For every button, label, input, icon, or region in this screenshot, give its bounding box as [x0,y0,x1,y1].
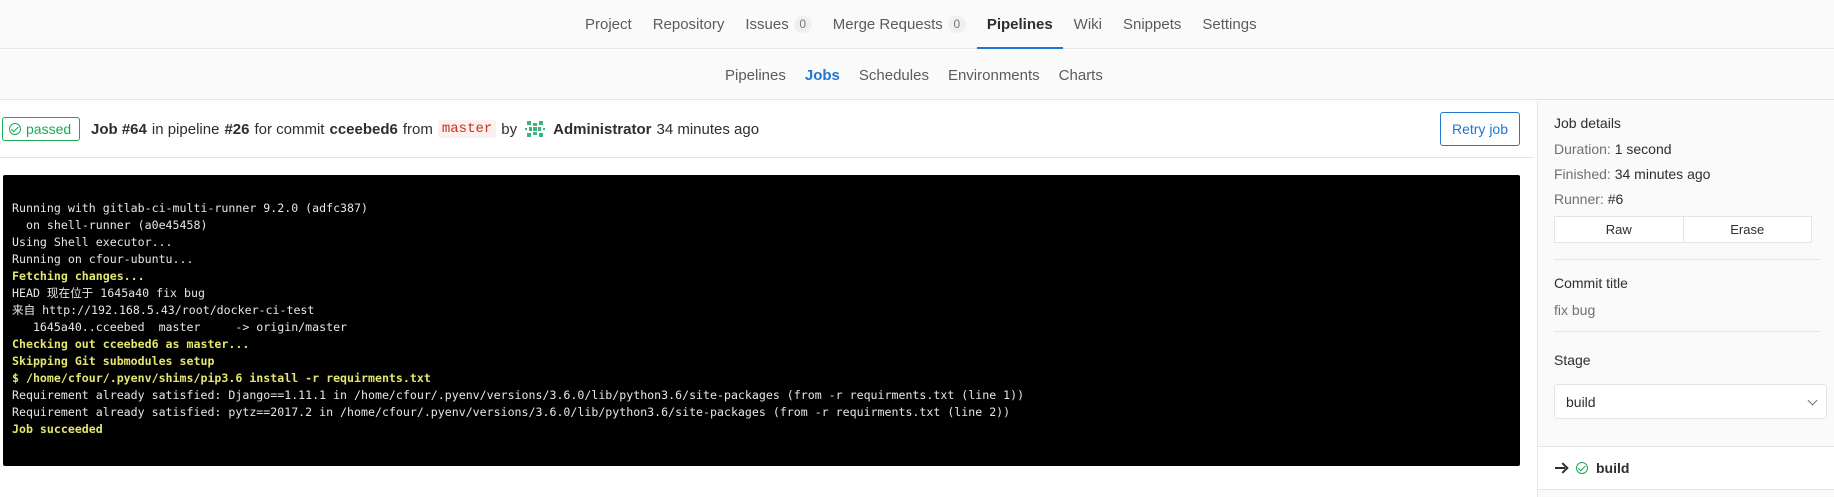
tab-label: Settings [1202,16,1257,33]
job-sidebar: Job details Duration: 1 second Finished:… [1537,101,1834,497]
trace-actions: Raw Erase [1554,216,1812,243]
status-text: passed [26,121,72,137]
tab-label: Issues [745,16,789,33]
project-tabs: Project Repository Issues 0 Merge Request… [585,0,1278,49]
trace-line: Requirement already satisfied: Django==1… [12,388,1025,402]
finished-row: Finished: 34 minutes ago [1554,166,1710,182]
trace-line: Skipping Git submodules setup [12,354,215,368]
trace-line: 来自 http://192.168.5.43/root/docker-ci-te… [12,303,315,317]
tab-project[interactable]: Project [585,0,632,49]
in-pipeline-text: in pipeline [151,120,220,138]
pipeline-link[interactable]: #26 [224,121,249,138]
tab-label: Wiki [1073,16,1102,33]
commit-title-value: fix bug [1554,302,1596,318]
subtab-environments[interactable]: Environments [948,50,1040,100]
chevron-down-icon [1807,395,1818,406]
tab-merge-requests[interactable]: Merge Requests 0 [833,0,966,49]
trace-line: Running on cfour-ubuntu... [12,252,194,266]
divider [1554,331,1820,332]
retry-job-button[interactable]: Retry job [1440,112,1520,146]
tab-label: Project [585,16,632,33]
arrow-right-icon [1554,461,1568,475]
avatar[interactable] [524,118,547,140]
stage-selected-value: build [1566,393,1596,410]
merge-requests-count-badge: 0 [947,16,966,33]
trace-line: on shell-runner (a0e45458) [12,218,208,232]
commit-title-label: Commit title [1554,275,1628,291]
duration-row: Duration: 1 second [1554,141,1672,157]
job-time: 34 minutes ago [656,120,760,138]
commit-link[interactable]: cceebed6 [329,121,397,138]
erase-button[interactable]: Erase [1683,216,1812,243]
job-name: build [1596,460,1630,476]
tab-wiki[interactable]: Wiki [1074,0,1102,49]
divider [1554,259,1820,260]
trace-line: Running with gitlab-ci-multi-runner 9.2.… [12,201,368,215]
user-link[interactable]: Administrator [553,121,651,138]
by-text: by [501,120,518,138]
job-id: Job #64 [91,120,147,138]
tab-label: Snippets [1123,16,1182,33]
subtab-schedules[interactable]: Schedules [859,50,929,100]
runner-label: Runner: [1554,191,1604,207]
tab-label: Repository [652,16,725,33]
tab-repository[interactable]: Repository [653,0,725,49]
job-list-item-build[interactable]: build [1538,446,1834,490]
trace-line: $ /home/cfour/.pyenv/shims/pip3.6 instal… [12,371,431,385]
trace-line: Job succeeded [12,422,103,436]
job-summary: Job #64 in pipeline #26 for commit cceeb… [91,117,759,141]
tab-issues[interactable]: Issues 0 [745,0,812,49]
from-text: from [402,120,433,138]
raw-button[interactable]: Raw [1554,216,1684,243]
runner-row: Runner: #6 [1554,191,1623,207]
job-details-title: Job details [1554,115,1621,131]
runner-value: #6 [1607,191,1624,207]
top-nav: Project Repository Issues 0 Merge Request… [0,0,1834,49]
issues-count-badge: 0 [793,16,812,33]
subtab-jobs[interactable]: Jobs [805,50,840,100]
pipeline-subtabs: Pipelines Jobs Schedules Environments Ch… [725,50,1122,100]
tab-settings[interactable]: Settings [1202,0,1256,49]
status-badge[interactable]: passed [2,117,81,141]
finished-label: Finished: [1554,166,1611,182]
finished-value: 34 minutes ago [1614,166,1711,182]
duration-value: 1 second [1614,141,1672,157]
subtab-pipelines[interactable]: Pipelines [725,50,786,100]
check-circle-icon [1576,462,1588,474]
stage-label: Stage [1554,352,1591,368]
trace-line: Using Shell executor... [12,235,173,249]
subtab-charts[interactable]: Charts [1059,50,1103,100]
branch-ref[interactable]: master [437,120,497,138]
for-commit-text: for commit [254,120,325,138]
tab-label: Pipelines [986,16,1053,33]
trace-line: Fetching changes... [12,269,145,283]
trace-line: 1645a40..cceebed master -> origin/master [12,320,348,334]
stage-dropdown[interactable]: build [1554,384,1827,419]
sub-nav: Pipelines Jobs Schedules Environments Ch… [0,50,1834,100]
trace-line: Requirement already satisfied: pytz==201… [12,405,1011,419]
trace-line: HEAD 现在位于 1645a40 fix bug [12,286,205,300]
check-circle-icon [9,123,21,135]
build-trace[interactable]: Running with gitlab-ci-multi-runner 9.2.… [3,175,1520,466]
tab-snippets[interactable]: Snippets [1123,0,1181,49]
tab-label: Merge Requests [832,16,943,33]
tab-pipelines[interactable]: Pipelines [976,0,1063,49]
trace-line: Checking out cceebed6 as master... [12,337,250,351]
duration-label: Duration: [1554,141,1611,157]
